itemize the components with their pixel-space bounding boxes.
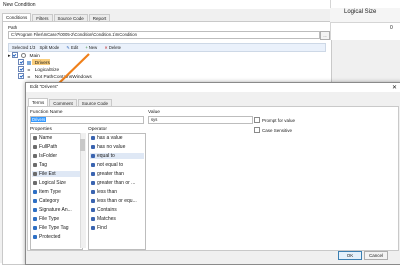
file-type-tag-icon [33,226,37,230]
list-item[interactable]: has no value [91,144,125,150]
operator-icon [91,226,95,230]
prompt-for-value-option[interactable]: Prompt for value [254,117,295,123]
list-item[interactable]: Find [91,225,107,231]
cancel-button[interactable]: Cancel [364,251,388,260]
list-item[interactable]: Name [33,135,52,141]
operator-icon [91,154,95,158]
operator-label: Operator [88,127,107,132]
operator-icon [91,190,95,194]
dialog-title: Edit "Drivers" [30,85,59,90]
operator-icon [91,181,95,185]
list-item[interactable]: Logical Size [33,180,66,186]
operator-icon [91,163,95,167]
list-item[interactable]: Signature An... [33,207,72,213]
ok-button[interactable]: OK [338,251,362,260]
list-item[interactable]: File Type [33,216,59,222]
list-item[interactable]: greater than [91,171,124,177]
list-item[interactable]: less than [91,189,117,195]
list-item[interactable]: File Type Tag [33,225,69,231]
operator-icon [91,145,95,149]
value-label: Value [148,110,160,115]
property-icon [33,163,37,167]
property-icon [33,145,37,149]
protected-icon [33,235,37,239]
property-icon [33,154,37,158]
function-name-label: Function Name [30,110,63,115]
file-type-icon [33,217,37,221]
item-type-icon [33,190,37,194]
properties-label: Properties [30,127,52,132]
list-item[interactable]: FullPath [33,144,57,150]
function-name-input[interactable] [30,116,144,124]
properties-list[interactable]: Name FullPath IsFolder Tag File Ext Logi… [30,133,83,250]
property-icon [33,136,37,140]
list-item[interactable]: Protected [33,234,60,240]
signature-icon [33,208,37,212]
list-item-selected[interactable]: File Ext [32,171,81,177]
list-item[interactable]: Matches [91,216,116,222]
list-item-selected[interactable]: equal to [90,153,144,159]
list-item[interactable]: greater than or ... [91,180,135,186]
list-item[interactable]: Tag [33,162,47,168]
case-sensitive-checkbox[interactable] [254,127,260,133]
dialog-title-bar [26,83,400,92]
operator-icon [91,208,95,212]
prompt-for-value-checkbox[interactable] [254,117,260,123]
category-icon [33,199,37,203]
case-sensitive-option[interactable]: Case Sensitive [254,127,292,133]
close-icon[interactable]: ✕ [392,84,397,91]
property-icon [33,181,37,185]
properties-scrollbar-thumb[interactable] [80,139,85,151]
list-item[interactable]: not equal to [91,162,123,168]
list-item[interactable]: Category [33,198,59,204]
operator-list[interactable]: has a value has no value equal to not eq… [88,133,146,250]
operator-icon [91,136,95,140]
list-item[interactable]: Item Type [33,189,61,195]
operator-icon [91,217,95,221]
list-item[interactable]: IsFolder [33,153,57,159]
operator-icon [91,172,95,176]
operator-icon [91,199,95,203]
case-sensitive-label: Case Sensitive [262,128,293,133]
list-item[interactable]: Contains [91,207,117,213]
list-item[interactable]: has a value [91,135,123,141]
property-icon [33,172,37,176]
list-item[interactable]: less than or equ... [91,198,137,204]
function-name-value: Drivers [31,117,47,122]
prompt-for-value-label: Prompt for value [262,118,296,123]
value-input[interactable]: sys [148,116,253,124]
